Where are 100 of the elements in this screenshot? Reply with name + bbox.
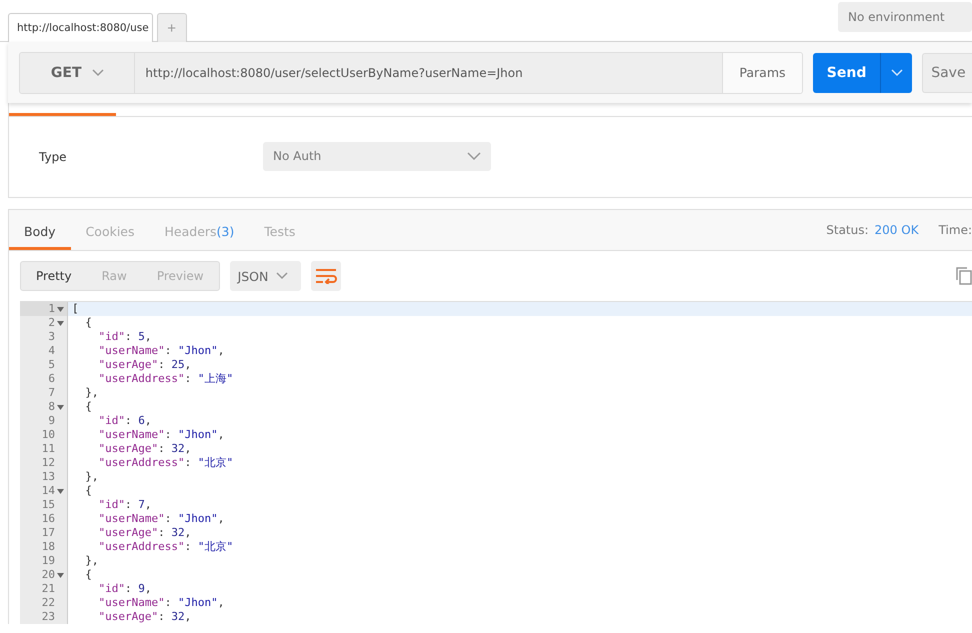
wrap-lines-icon [314,268,337,284]
line-number: 19 [42,554,55,568]
json-punctuation: , [184,610,192,623]
json-key: "id" [72,498,125,511]
fold-arrow-icon[interactable] [56,572,64,578]
json-string: "Jhon" [178,512,218,525]
json-punctuation: , [184,358,192,371]
response-tab[interactable]: Body [9,210,71,250]
json-punctuation: : [164,512,172,525]
status-label: Status: [826,223,869,237]
line-number: 12 [42,456,55,470]
line-number: 5 [48,358,55,372]
json-punctuation: , [218,428,224,441]
json-number: 32 [171,610,185,623]
view-mode-button[interactable]: Pretty [21,262,87,290]
view-mode-button[interactable]: Raw [86,262,142,290]
line-number: 23 [42,610,55,624]
auth-type-dropdown[interactable]: No Auth [263,142,491,170]
response-tab[interactable]: Headers(3) [150,210,250,250]
json-number: 6 [138,414,145,427]
line-number: 20 [42,568,55,582]
json-number: 25 [171,358,185,371]
json-punctuation: { [84,484,92,497]
line-number: 14 [42,484,55,498]
wrap-lines-button[interactable] [310,261,341,291]
status-value: 200 OK [874,223,919,237]
json-punctuation: , [144,498,152,511]
json-key: "userAddress" [72,372,185,385]
json-punctuation: { [84,316,92,329]
json-number: 9 [138,582,145,595]
copy-icon[interactable] [956,267,972,285]
fold-arrow-icon[interactable] [56,488,64,494]
line-number: 4 [48,344,55,358]
json-key: "userAge" [72,526,158,539]
line-number: 11 [42,442,55,456]
json-key: "id" [72,582,125,595]
json-punctuation: }, [84,470,98,483]
json-punctuation: }, [84,554,98,567]
json-punctuation: : [124,414,133,427]
json-punctuation: : [124,498,133,511]
fold-arrow-icon[interactable] [56,306,64,312]
chevron-down-icon [890,69,903,77]
request-tab[interactable]: http://localhost:8080/use [8,13,153,43]
json-key: "userName" [72,344,165,357]
json-key: "userAge" [72,442,158,455]
json-string: "北京" [198,540,234,553]
send-button[interactable]: Send [812,52,882,92]
response-tab[interactable]: Tests [249,210,310,250]
json-number: 7 [138,498,145,511]
json-punctuation: : [158,442,166,455]
json-punctuation: : [124,330,133,343]
line-number: 21 [42,582,55,596]
json-punctuation: , [144,414,152,427]
type-label: Type [39,150,68,164]
fold-arrow-icon[interactable] [56,404,64,410]
json-string: "北京" [198,456,234,469]
json-punctuation: : [124,582,133,595]
json-punctuation: : [158,610,166,623]
line-number: 13 [42,470,55,484]
line-number: 16 [42,512,55,526]
json-punctuation: , [144,582,152,595]
json-punctuation: , [184,442,192,455]
json-punctuation: , [218,344,224,357]
line-number: 6 [48,372,55,386]
save-button[interactable]: Save [922,52,972,92]
send-options-button[interactable] [881,52,912,92]
json-punctuation: }, [84,386,98,399]
json-punctuation: : [158,526,166,539]
new-tab-button[interactable]: + [156,13,187,42]
json-punctuation: : [164,344,172,357]
json-punctuation: : [184,456,192,469]
line-number: 8 [48,400,55,414]
json-number: 32 [171,526,185,539]
line-number: 7 [48,386,55,400]
time-label: Time: [938,223,972,237]
json-key: "userAddress" [72,456,185,469]
view-mode-button[interactable]: Preview [142,262,219,290]
line-number: 3 [48,330,55,344]
json-key: "userName" [72,596,165,609]
json-punctuation: , [218,596,224,609]
json-punctuation: , [218,512,224,525]
line-number: 22 [42,596,55,610]
json-key: "userName" [72,428,165,441]
line-number: 9 [48,414,55,428]
json-key: "id" [72,414,125,427]
json-punctuation: : [184,372,192,385]
chevron-down-icon [467,152,481,160]
json-key: "id" [72,330,125,343]
json-number: 5 [138,330,145,343]
json-punctuation: : [164,596,172,609]
format-dropdown[interactable]: JSON [230,261,301,291]
json-punctuation: , [184,526,192,539]
line-number: 17 [42,526,55,540]
response-tab[interactable]: Cookies [70,210,150,250]
json-punctuation: : [158,358,166,371]
json-key: "userAge" [72,610,158,623]
json-string: "上海" [198,372,234,385]
fold-arrow-icon[interactable] [56,320,64,326]
environment-dropdown[interactable]: No environment [838,2,972,32]
json-key: "userAge" [72,358,158,371]
